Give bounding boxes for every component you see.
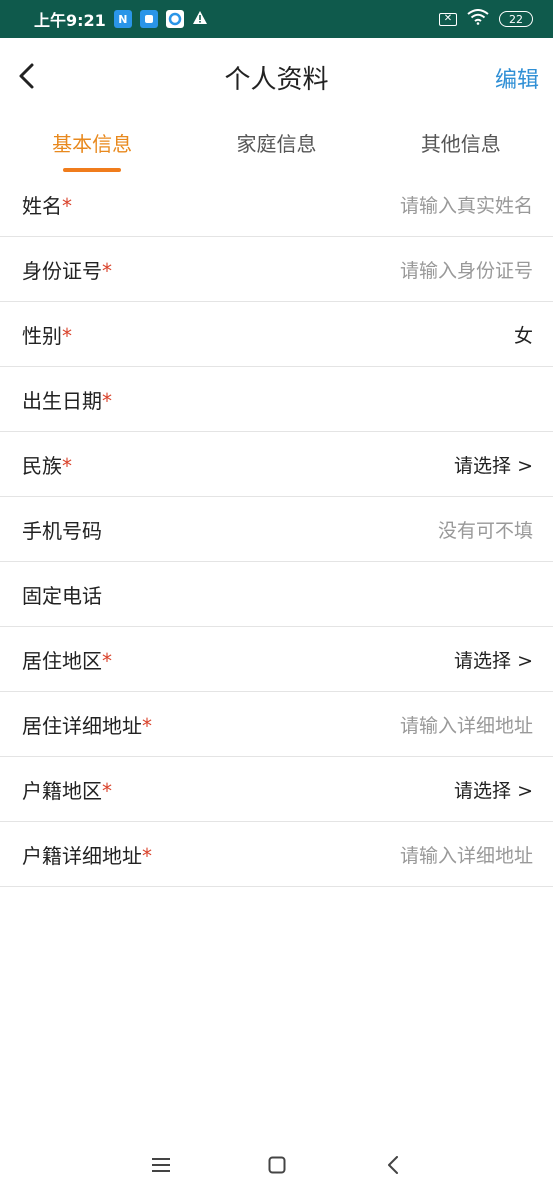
select-field[interactable]: 请选择 > (454, 646, 533, 673)
required-mark: * (102, 778, 112, 803)
status-right: ✕ 22 (439, 9, 533, 29)
profile-form: 姓名* 请输入真实姓名 身份证号* 请输入身份证号 性别* 女出生日期* 民族* 请选择 > 手… (0, 172, 553, 887)
select-field[interactable]: 请选择 > (454, 776, 533, 803)
required-mark: * (142, 713, 152, 738)
back-arrow-icon[interactable] (12, 58, 42, 94)
status-left: 上午9:21 N (34, 7, 208, 31)
no-sim-icon: ✕ (439, 12, 457, 26)
notification-browser-icon (165, 10, 184, 28)
form-row-label: 居住地区 (22, 648, 102, 673)
notification-app-icon (139, 10, 158, 28)
form-row-label: 身份证号 (22, 258, 102, 283)
required-mark: * (102, 258, 112, 283)
form-row-label-group: 身份证号* (22, 255, 112, 284)
tab-bar: 基本信息 家庭信息 其他信息 (0, 116, 553, 172)
required-mark: * (102, 388, 112, 413)
battery-indicator: 22 (499, 11, 533, 27)
form-row[interactable]: 固定电话 (0, 562, 553, 627)
form-row-label-group: 手机号码 (22, 515, 102, 544)
form-row-label-group: 居住地区* (22, 645, 112, 674)
form-row-label: 户籍详细地址 (22, 843, 142, 868)
form-row-label: 固定电话 (22, 583, 102, 608)
form-row[interactable]: 姓名* 请输入真实姓名 (0, 172, 553, 237)
form-row-label-group: 固定电话 (22, 580, 102, 609)
tab-label: 其他信息 (420, 132, 501, 156)
input-field[interactable]: 没有可不填 (438, 516, 533, 543)
form-row-label: 户籍地区 (22, 778, 102, 803)
form-row-label-group: 性别* (22, 320, 72, 349)
form-row-label: 出生日期 (22, 388, 102, 413)
tab-label: 基本信息 (52, 132, 133, 156)
input-field[interactable]: 请输入真实姓名 (400, 191, 533, 218)
form-row-label-group: 户籍地区* (22, 775, 112, 804)
form-row-label-group: 民族* (22, 450, 72, 479)
system-nav-bar (0, 1130, 553, 1200)
form-row-label: 姓名 (22, 193, 62, 218)
menu-icon[interactable] (103, 1145, 219, 1185)
tab-0[interactable]: 基本信息 (0, 116, 184, 172)
input-field[interactable]: 请输入详细地址 (400, 841, 533, 868)
select-field[interactable]: 请选择 > (454, 451, 533, 478)
form-row-label: 性别 (22, 323, 62, 348)
form-row-label: 居住详细地址 (22, 713, 142, 738)
required-mark: * (142, 843, 152, 868)
back-icon[interactable] (335, 1145, 451, 1185)
form-row[interactable]: 民族* 请选择 > (0, 432, 553, 497)
status-bar: 上午9:21 N ✕ 22 (0, 0, 553, 38)
form-row[interactable]: 居住详细地址* 请输入详细地址 (0, 692, 553, 757)
required-mark: * (102, 648, 112, 673)
tab-label: 家庭信息 (236, 132, 317, 156)
form-row[interactable]: 户籍详细地址* 请输入详细地址 (0, 822, 553, 887)
edit-button[interactable]: 编辑 (495, 62, 539, 94)
form-row-label-group: 户籍详细地址* (22, 840, 152, 869)
required-mark: * (62, 193, 72, 218)
form-row[interactable]: 居住地区* 请选择 > (0, 627, 553, 692)
form-row-label-group: 居住详细地址* (22, 710, 152, 739)
app-header: 个人资料 编辑 (0, 38, 553, 116)
required-mark: * (62, 453, 72, 478)
tab-1[interactable]: 家庭信息 (184, 116, 368, 172)
required-mark: * (62, 323, 72, 348)
home-icon[interactable] (219, 1145, 335, 1185)
form-row-label: 手机号码 (22, 518, 102, 543)
form-row-label-group: 姓名* (22, 190, 72, 219)
tab-2[interactable]: 其他信息 (369, 116, 553, 172)
form-row[interactable]: 性别* 女 (0, 302, 553, 367)
wifi-icon (467, 9, 489, 29)
warning-icon (192, 10, 208, 29)
notification-n-icon: N (113, 10, 132, 28)
form-row[interactable]: 手机号码 没有可不填 (0, 497, 553, 562)
input-field[interactable]: 请输入身份证号 (400, 256, 533, 283)
form-row-label-group: 出生日期* (22, 385, 112, 414)
input-field[interactable]: 女 (514, 321, 533, 348)
form-row[interactable]: 户籍地区* 请选择 > (0, 757, 553, 822)
form-row[interactable]: 出生日期* (0, 367, 553, 432)
page-title: 个人资料 (224, 64, 329, 95)
form-row[interactable]: 身份证号* 请输入身份证号 (0, 237, 553, 302)
status-time: 上午9:21 (34, 11, 106, 30)
form-row-label: 民族 (22, 453, 62, 478)
input-field[interactable]: 请输入详细地址 (400, 711, 533, 738)
